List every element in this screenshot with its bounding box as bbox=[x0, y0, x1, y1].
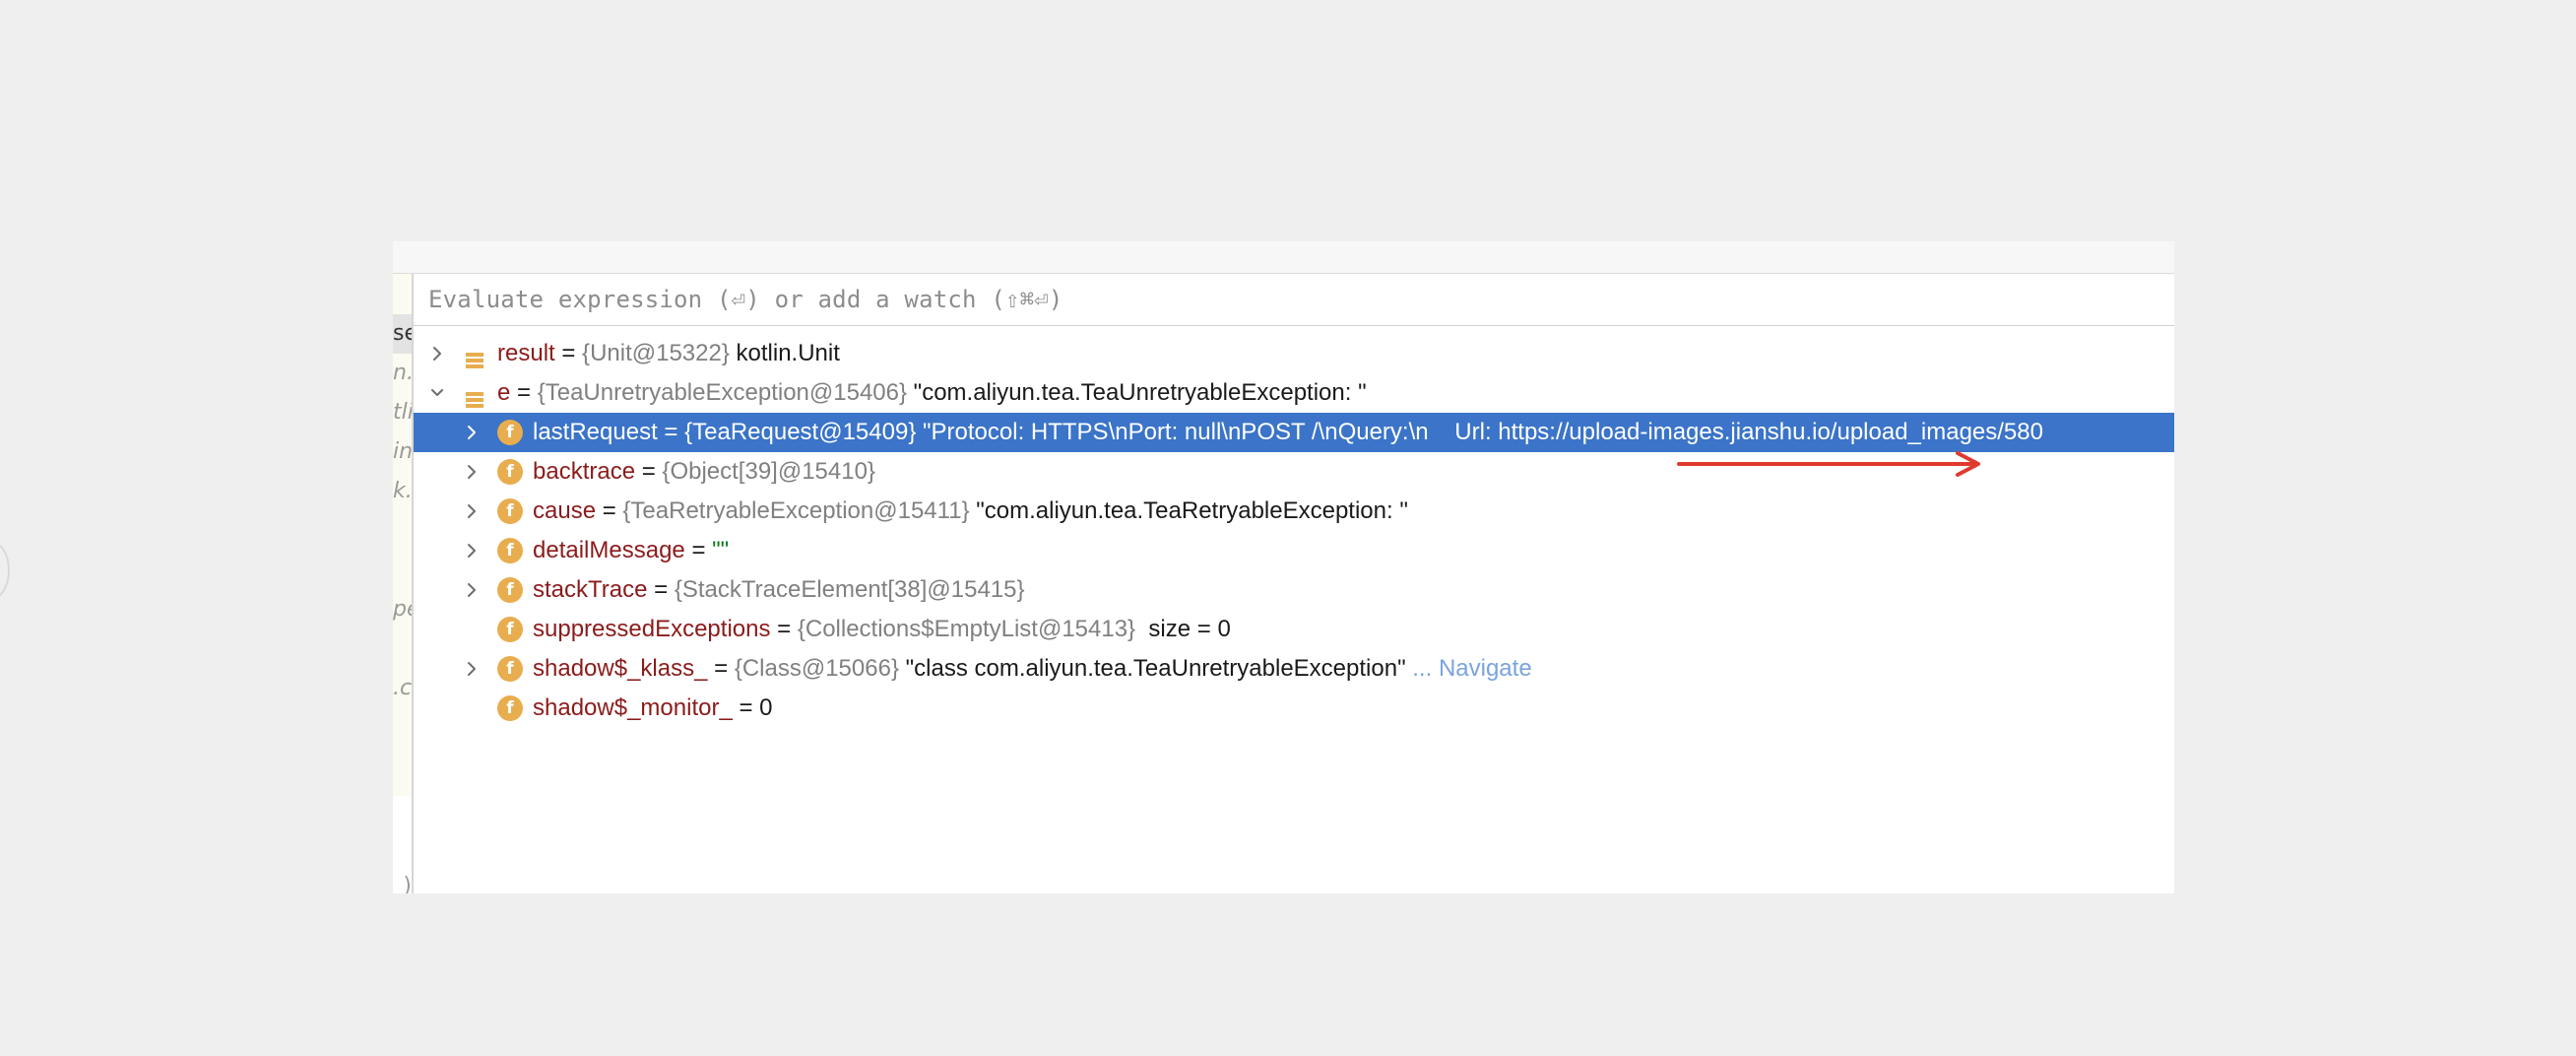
variable-content: e = {TeaUnretryableException@15406} "com… bbox=[497, 373, 1367, 413]
field-value: size = 0 bbox=[1141, 616, 1231, 642]
editor-gutter: se n. tli in k.c pe .c) bbox=[393, 274, 414, 893]
chevron-right-icon[interactable] bbox=[462, 452, 482, 492]
equals-sign: = bbox=[691, 537, 706, 563]
equals-sign: = bbox=[664, 419, 678, 445]
field-icon: f bbox=[497, 420, 523, 445]
gutter-code-fragment: pe bbox=[393, 597, 412, 622]
field-type: {StackTraceElement[38]@15415} bbox=[674, 576, 1025, 603]
gutter-code-fragment: in bbox=[393, 439, 412, 464]
partial-circle-decoration bbox=[0, 541, 10, 600]
field-value: "Protocol: HTTPS\nPort: null\nPOST /\nQu… bbox=[923, 419, 2043, 445]
field-name: shadow$_monitor_ bbox=[533, 694, 733, 721]
field-icon: f bbox=[497, 695, 523, 721]
field-icon: f bbox=[497, 617, 523, 642]
variable-value: kotlin.Unit bbox=[736, 340, 840, 366]
field-icon: f bbox=[497, 656, 523, 682]
debugger-variables-panel: se n. tli in k.c pe .c) Evaluate expression (⏎… bbox=[393, 241, 2174, 893]
gutter-code-fragment: tli bbox=[393, 400, 412, 425]
field-value: "com.aliyun.tea.TeaRetryableException: " bbox=[976, 497, 1408, 524]
gutter-code-fragment bbox=[393, 511, 412, 551]
gutter-code-fragment: n. bbox=[393, 361, 412, 385]
chevron-right-icon[interactable] bbox=[462, 649, 482, 689]
list-icon bbox=[465, 344, 484, 368]
watch-expression-field[interactable]: Evaluate expression (⏎) or add a watch (… bbox=[414, 274, 2174, 326]
gutter-code-fragment bbox=[393, 551, 412, 590]
gutter-code-fragment bbox=[393, 629, 412, 669]
equals-sign: = bbox=[561, 340, 576, 366]
panel-top-strip bbox=[393, 241, 2174, 274]
field-row-cause[interactable]: f cause = {TeaRetryableException@15411} "… bbox=[414, 492, 2174, 531]
gutter-code-fragment: se bbox=[393, 314, 412, 354]
field-type: {TeaRequest@15409} bbox=[684, 419, 917, 445]
equals-sign: = bbox=[714, 655, 729, 682]
field-name: shadow$_klass_ bbox=[533, 655, 708, 682]
chevron-right-icon[interactable] bbox=[427, 334, 447, 373]
field-type: {Class@15066} bbox=[734, 655, 899, 682]
variable-value: "com.aliyun.tea.TeaUnretryableException:… bbox=[913, 379, 1367, 406]
field-row-shadow-klass-[interactable]: f shadow$_klass_ = {Class@15066} "class c… bbox=[414, 649, 2174, 689]
gutter-code-fragment: .c bbox=[393, 676, 412, 700]
equals-sign: = bbox=[602, 497, 616, 524]
field-name: detailMessage bbox=[533, 537, 685, 563]
chevron-right-icon[interactable] bbox=[462, 413, 482, 452]
equals-sign: = bbox=[739, 694, 753, 721]
field-name: cause bbox=[533, 497, 597, 524]
field-value: 0 bbox=[759, 694, 773, 721]
field-content: cause = {TeaRetryableException@15411} "c… bbox=[533, 492, 1408, 531]
field-value: "class com.aliyun.tea.TeaUnretryableExce… bbox=[905, 655, 1406, 682]
variable-type: {Unit@15322} bbox=[582, 340, 730, 366]
field-row-lastRequest[interactable]: f lastRequest = {TeaRequest@15409} "Proto… bbox=[414, 413, 2174, 452]
field-row-suppressedExceptions[interactable]: f suppressedExceptions = {Collections$Emp… bbox=[414, 610, 2174, 649]
field-row-stackTrace[interactable]: f stackTrace = {StackTraceElement[38]@154… bbox=[414, 570, 2174, 610]
annotation-arrow-icon bbox=[1677, 451, 1980, 477]
field-type: {TeaRetryableException@15411} bbox=[622, 497, 970, 524]
chevron-right-icon[interactable] bbox=[462, 570, 482, 610]
field-icon: f bbox=[497, 538, 523, 563]
field-icon: f bbox=[497, 498, 523, 524]
field-content: suppressedExceptions = {Collections$Empt… bbox=[533, 610, 1231, 649]
list-icon bbox=[465, 383, 484, 408]
equals-sign: = bbox=[517, 379, 532, 406]
field-value: "" bbox=[712, 537, 730, 563]
chevron-right-icon[interactable] bbox=[462, 531, 482, 570]
variable-type: {TeaUnretryableException@15406} bbox=[537, 379, 907, 406]
field-name: lastRequest bbox=[533, 419, 658, 445]
equals-sign: = bbox=[777, 616, 792, 642]
field-content: backtrace = {Object[39]@15410} bbox=[533, 452, 875, 492]
field-content: shadow$_monitor_ = 0 bbox=[533, 689, 773, 728]
field-icon: f bbox=[497, 577, 523, 603]
gutter-code-fragment: ) bbox=[403, 874, 412, 893]
equals-sign: = bbox=[641, 458, 656, 485]
watch-placeholder: Evaluate expression (⏎) or add a watch (… bbox=[428, 286, 1063, 313]
gutter-code-fragment: k.c bbox=[393, 479, 412, 503]
field-content: lastRequest = {TeaRequest@15409} "Protoc… bbox=[533, 413, 2043, 452]
chevron-right-icon[interactable] bbox=[462, 492, 482, 531]
field-icon: f bbox=[497, 459, 523, 485]
field-name: suppressedExceptions bbox=[533, 616, 771, 642]
variable-name: result bbox=[497, 340, 555, 366]
field-row-shadow-monitor-[interactable]: f shadow$_monitor_ = 0 bbox=[414, 689, 2174, 728]
field-type: {Collections$EmptyList@15413} bbox=[797, 616, 1136, 642]
variable-row-result[interactable]: result = {Unit@15322} kotlin.Unit bbox=[414, 334, 2174, 373]
chevron-down-icon[interactable] bbox=[427, 373, 447, 413]
field-type: {Object[39]@15410} bbox=[662, 458, 875, 485]
screenshot-page: se n. tli in k.c pe .c) Evaluate expression (⏎… bbox=[0, 0, 2576, 1056]
variable-content: result = {Unit@15322} kotlin.Unit bbox=[497, 334, 840, 373]
variable-row-e[interactable]: e = {TeaUnretryableException@15406} "com… bbox=[414, 373, 2174, 413]
variable-name: e bbox=[497, 379, 511, 406]
navigate-link[interactable]: ... Navigate bbox=[1412, 655, 1531, 682]
field-name: backtrace bbox=[533, 458, 636, 485]
field-content: stackTrace = {StackTraceElement[38]@1541… bbox=[533, 570, 1025, 610]
field-name: stackTrace bbox=[533, 576, 648, 603]
field-content: shadow$_klass_ = {Class@15066} "class co… bbox=[533, 649, 1532, 689]
equals-sign: = bbox=[654, 576, 669, 603]
field-content: detailMessage = "" bbox=[533, 531, 729, 570]
field-row-detailMessage[interactable]: f detailMessage = "" bbox=[414, 531, 2174, 570]
